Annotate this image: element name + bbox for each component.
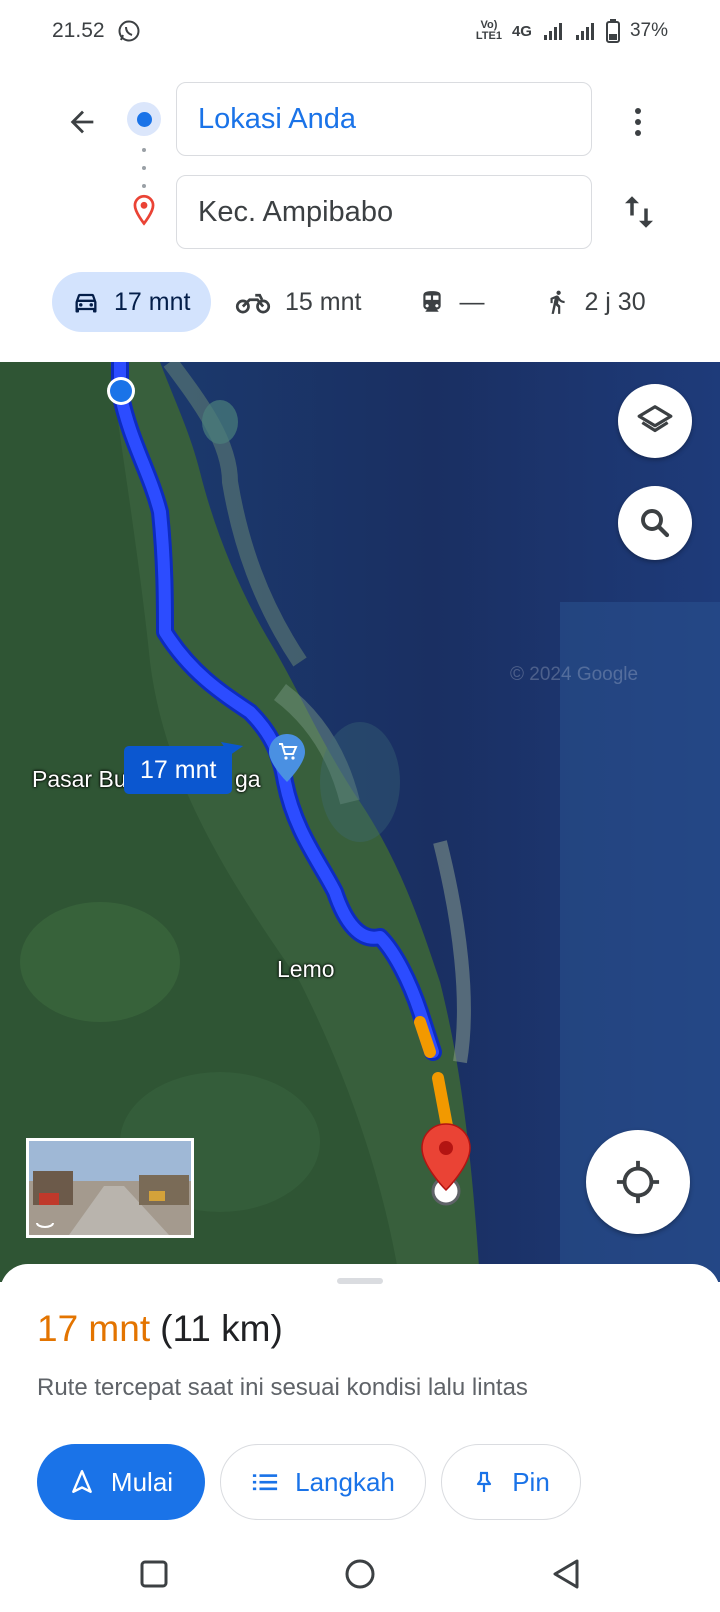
place-label-lemo: Lemo	[277, 956, 335, 982]
tab-walk[interactable]: 2 j 30	[544, 272, 646, 332]
route-description: Rute tercepat saat ini sesuai kondisi la…	[37, 1374, 528, 1401]
signal-icon-sim2	[575, 23, 594, 40]
route-distance: (11 km)	[160, 1308, 283, 1349]
map-copyright: © 2024 Google	[510, 664, 639, 685]
pin-button[interactable]: Pin	[441, 1444, 581, 1520]
motorcycle-icon	[235, 293, 271, 314]
destination-pin-icon	[133, 194, 155, 226]
tab-motorcycle-label: 15 mnt	[285, 287, 362, 316]
walk-icon	[550, 290, 566, 314]
train-icon	[423, 291, 442, 312]
directions-header: Lokasi Anda Kec. Ampibabo 17 mnt 15 mnt	[0, 62, 720, 362]
whatsapp-icon	[118, 20, 140, 42]
home-button[interactable]	[342, 1556, 378, 1592]
destination-field-text: Kec. Ampibabo	[198, 195, 394, 228]
start-button-label: Mulai	[110, 1466, 174, 1497]
street-view-thumbnail[interactable]	[26, 1138, 194, 1238]
back-button[interactable]	[56, 96, 108, 148]
sheet-drag-handle[interactable]	[337, 1278, 383, 1284]
status-time: 21.52	[52, 19, 105, 42]
swap-directions-button[interactable]	[618, 188, 660, 236]
crosshair-icon	[616, 1160, 660, 1204]
layers-icon	[637, 405, 673, 433]
connector-dots	[142, 148, 146, 188]
origin-field[interactable]: Lokasi Anda	[176, 82, 592, 156]
triangle-back-icon	[553, 1559, 579, 1589]
search-along-route-button[interactable]	[618, 486, 692, 560]
back-nav-button[interactable]	[548, 1556, 584, 1592]
route-duration: 17 mnt	[37, 1308, 151, 1349]
my-location-button[interactable]	[586, 1130, 690, 1234]
route-duration-badge-text: 17 mnt	[140, 755, 217, 784]
street-view-image	[29, 1141, 191, 1235]
origin-dot-icon	[127, 102, 161, 136]
square-icon	[140, 1560, 168, 1588]
tab-car-label: 17 mnt	[114, 287, 191, 316]
car-icon	[75, 293, 97, 313]
steps-button[interactable]: Langkah	[220, 1444, 426, 1520]
lte-label: LTE1	[475, 30, 502, 42]
circle-icon	[345, 1559, 375, 1589]
route-summary-sheet: 17 mnt (11 km) Rute tercepat saat ini se…	[0, 1264, 720, 1612]
search-icon	[641, 509, 670, 538]
system-nav-bar	[0, 1536, 720, 1612]
tab-transit-label: —	[459, 287, 485, 316]
destination-field[interactable]: Kec. Ampibabo	[176, 175, 592, 249]
route-duration-badge[interactable]: 17 mnt	[124, 746, 233, 794]
start-button[interactable]: Mulai	[37, 1444, 205, 1520]
network-type: 4G	[511, 22, 532, 40]
list-icon	[253, 1474, 278, 1491]
status-bar: 21.52 Vo) LTE1 4G 37%	[0, 0, 720, 62]
steps-button-label: Langkah	[295, 1466, 395, 1497]
layers-button[interactable]	[618, 384, 692, 458]
pin-button-label: Pin	[512, 1466, 550, 1497]
battery-percent: 37%	[629, 20, 668, 41]
battery-icon	[605, 19, 620, 43]
arrow-back-icon	[70, 110, 94, 134]
pushpin-icon	[477, 1471, 492, 1492]
tab-car[interactable]: 17 mnt	[52, 272, 211, 332]
route-summary: 17 mnt (11 km)	[37, 1308, 283, 1350]
tab-motorcycle[interactable]: 15 mnt	[235, 272, 361, 332]
tab-walk-label: 2 j 30	[584, 287, 646, 316]
more-options-button[interactable]	[620, 98, 656, 146]
tab-transit[interactable]: —	[419, 272, 484, 332]
place-label-pasar: Pasar Bu	[32, 766, 127, 792]
map-view[interactable]: © 2024 Google Pasar Bu ga Lemo 17 mnt	[0, 362, 720, 1282]
signal-icon-sim1	[543, 23, 562, 40]
recents-button[interactable]	[136, 1556, 172, 1592]
travel-mode-tabs: 17 mnt 15 mnt — 2 j 30	[52, 272, 646, 332]
place-label-pasar-suffix: ga	[235, 766, 261, 792]
navigation-arrow-icon	[72, 1469, 92, 1493]
origin-field-text: Lokasi Anda	[198, 102, 357, 135]
